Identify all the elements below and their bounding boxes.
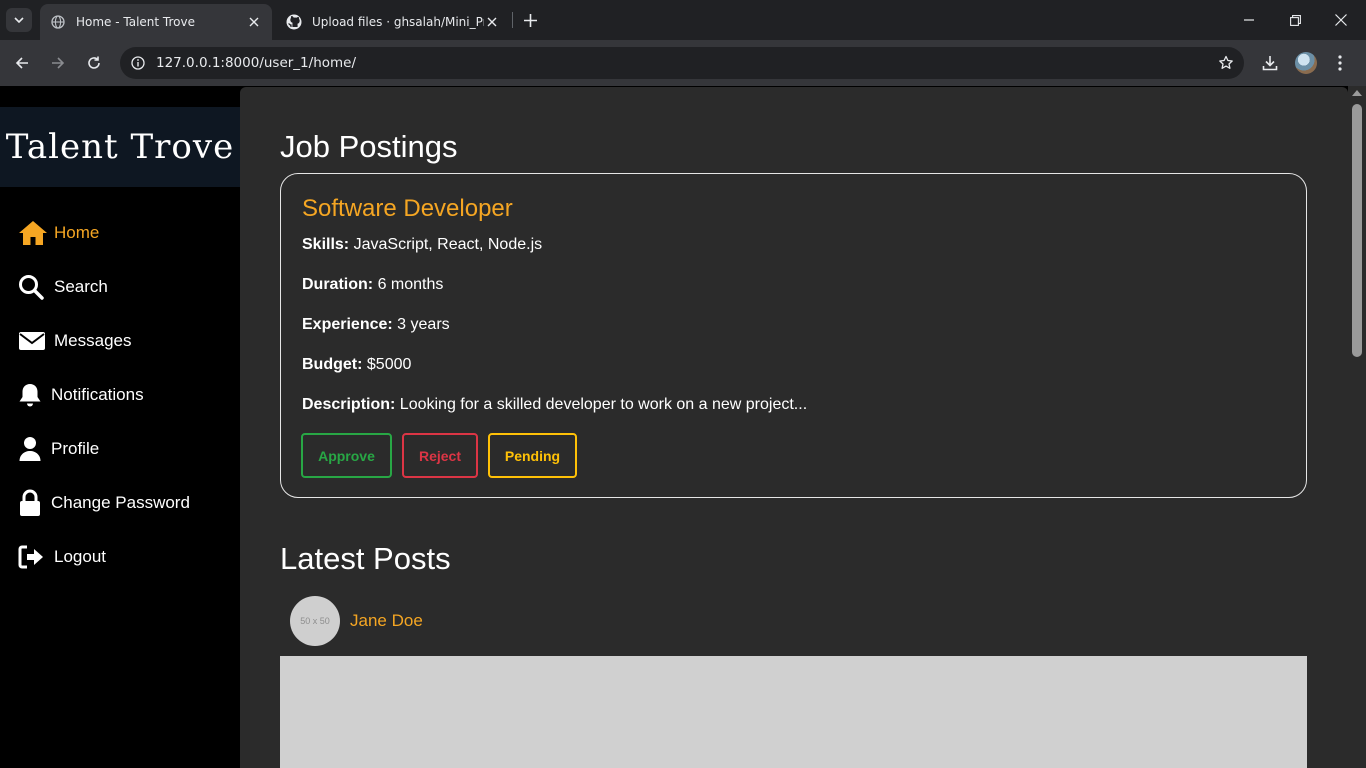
reload-icon: [88, 56, 100, 69]
field-label: Description:: [302, 396, 396, 413]
minimize-button[interactable]: [1226, 0, 1272, 40]
job-skills: Skills: JavaScript, React, Node.js: [302, 236, 542, 254]
bookmark-star-icon[interactable]: [1208, 55, 1244, 71]
sidebar-item-label: Home: [54, 223, 100, 242]
sidebar-item-notifications[interactable]: Notifications: [18, 380, 144, 410]
user-icon: [18, 434, 45, 464]
restore-icon: [1289, 14, 1301, 26]
close-tab-icon[interactable]: [484, 14, 500, 30]
sidebar-item-search[interactable]: Search: [18, 272, 108, 302]
kebab-menu-icon: [1338, 55, 1342, 71]
field-label: Experience:: [302, 316, 393, 333]
tab-github-upload[interactable]: Upload files · ghsalah/Mini_Proj: [276, 4, 510, 40]
globe-icon: [50, 14, 66, 30]
field-label: Duration:: [302, 276, 374, 293]
sidebar-item-label: Change Password: [51, 493, 190, 512]
sidebar-item-label: Profile: [51, 439, 100, 458]
new-tab-button[interactable]: [519, 9, 541, 31]
field-label: Budget:: [302, 356, 363, 373]
tab-separator: [512, 12, 513, 28]
logo-text: Talent Trove: [5, 127, 235, 167]
sidebar-item-label: Messages: [54, 331, 132, 350]
profile-button[interactable]: [1292, 49, 1320, 77]
post-author-name[interactable]: Jane Doe: [350, 611, 423, 631]
browser-tab-strip: Home - Talent Trove Upload files · ghsal…: [0, 0, 1366, 40]
field-value: Looking for a skilled developer to work …: [399, 396, 808, 413]
download-icon: [1262, 56, 1278, 71]
site-logo[interactable]: Talent Trove: [0, 107, 240, 187]
sidebar-item-home[interactable]: Home: [18, 218, 99, 248]
close-tab-icon[interactable]: [246, 14, 262, 30]
sidebar-item-logout[interactable]: Logout: [18, 542, 106, 572]
pending-button[interactable]: Pending: [488, 433, 577, 478]
scroll-up-arrow-icon[interactable]: [1352, 90, 1362, 96]
page-viewport: Talent Trove Home Search Messages Notifi: [0, 86, 1366, 768]
sidebar: Talent Trove Home Search Messages Notifi: [0, 86, 240, 768]
restore-button[interactable]: [1272, 0, 1318, 40]
site-info-icon[interactable]: [120, 56, 156, 70]
address-bar[interactable]: 127.0.0.1:8000/user_1/home/: [120, 47, 1244, 79]
chevron-down-icon: [14, 17, 24, 23]
arrow-right-icon: [52, 57, 65, 69]
tab-search-button[interactable]: [6, 8, 32, 32]
field-value: JavaScript, React, Node.js: [353, 236, 543, 253]
arrow-left-icon: [15, 57, 28, 69]
job-title: Software Developer: [302, 195, 513, 222]
envelope-icon: [18, 326, 48, 356]
back-button[interactable]: [8, 49, 36, 77]
sidebar-item-label: Search: [54, 277, 108, 296]
field-label: Skills:: [302, 236, 350, 253]
reject-button[interactable]: Reject: [402, 433, 478, 478]
field-value: 6 months: [377, 276, 444, 293]
post-image-placeholder: [280, 656, 1307, 768]
url-text: 127.0.0.1:8000/user_1/home/: [156, 55, 357, 71]
job-budget: Budget: $5000: [302, 356, 411, 374]
bell-icon: [18, 380, 45, 410]
post-author-avatar: 50 x 50: [290, 596, 340, 646]
latest-posts-heading: Latest Posts: [280, 541, 451, 576]
tab-title: Upload files · ghsalah/Mini_Proj: [312, 15, 484, 29]
downloads-button[interactable]: [1256, 49, 1284, 77]
job-description: Description: Looking for a skilled devel…: [302, 396, 807, 414]
forward-button[interactable]: [44, 49, 72, 77]
home-icon: [18, 218, 48, 248]
close-window-button[interactable]: [1318, 0, 1364, 40]
github-icon: [286, 14, 302, 30]
field-value: 3 years: [397, 316, 450, 333]
sidebar-item-change-password[interactable]: Change Password: [18, 488, 190, 518]
reload-button[interactable]: [80, 49, 108, 77]
minimize-icon: [1244, 19, 1254, 21]
close-icon: [1335, 14, 1347, 26]
tab-talent-trove[interactable]: Home - Talent Trove: [40, 4, 272, 40]
profile-avatar-icon: [1295, 52, 1317, 74]
sidebar-item-messages[interactable]: Messages: [18, 326, 131, 356]
job-posting-card: Software Developer Skills: JavaScript, R…: [280, 173, 1307, 498]
plus-icon: [523, 13, 537, 27]
tab-title: Home - Talent Trove: [76, 15, 195, 29]
lock-icon: [18, 488, 45, 518]
scrollbar-thumb[interactable]: [1352, 104, 1362, 357]
menu-button[interactable]: [1326, 49, 1354, 77]
sidebar-item-profile[interactable]: Profile: [18, 434, 99, 464]
job-duration: Duration: 6 months: [302, 276, 443, 294]
sidebar-item-label: Notifications: [51, 385, 144, 404]
logout-icon: [18, 542, 48, 572]
browser-toolbar: 127.0.0.1:8000/user_1/home/: [0, 40, 1366, 86]
job-experience: Experience: 3 years: [302, 316, 450, 334]
approve-button[interactable]: Approve: [301, 433, 392, 478]
job-postings-heading: Job Postings: [280, 129, 458, 164]
main-content: Job Postings Software Developer Skills: …: [240, 87, 1348, 768]
page-scrollbar[interactable]: [1348, 86, 1366, 768]
field-value: $5000: [366, 356, 412, 373]
search-icon: [18, 272, 48, 302]
sidebar-item-label: Logout: [54, 547, 106, 566]
